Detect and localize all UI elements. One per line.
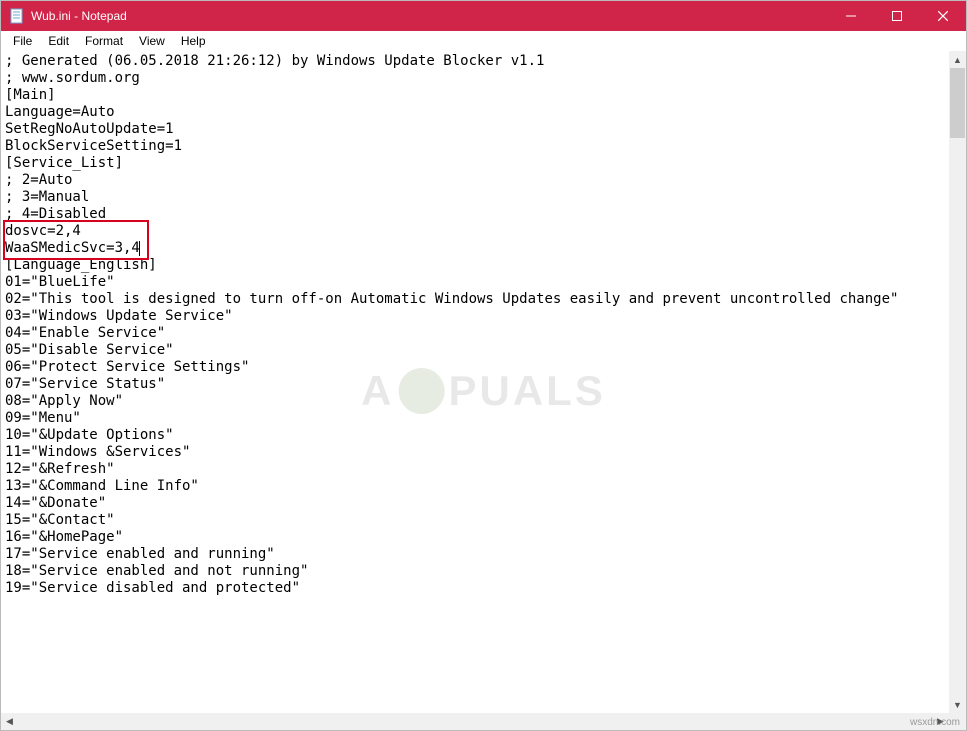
scroll-thumb-vertical[interactable] — [950, 68, 965, 138]
editor-line[interactable]: dosvc=2,4 — [5, 223, 962, 240]
editor-line[interactable]: ; 4=Disabled — [5, 206, 962, 223]
editor-line[interactable]: 13="&Command Line Info" — [5, 478, 962, 495]
horizontal-scrollbar[interactable]: ◀ ▶ — [1, 713, 949, 730]
editor-line[interactable]: [Main] — [5, 87, 962, 104]
editor-line[interactable]: 15="&Contact" — [5, 512, 962, 529]
editor-line[interactable]: 11="Windows &Services" — [5, 444, 962, 461]
editor-line[interactable]: 17="Service enabled and running" — [5, 546, 962, 563]
editor-line[interactable]: 10="&Update Options" — [5, 427, 962, 444]
editor-line[interactable]: ; 2=Auto — [5, 172, 962, 189]
menubar: File Edit Format View Help — [1, 31, 966, 51]
editor-line[interactable]: [Service_List] — [5, 155, 962, 172]
notepad-icon — [9, 8, 25, 24]
menu-format[interactable]: Format — [77, 32, 131, 50]
editor-line[interactable]: ; 3=Manual — [5, 189, 962, 206]
menu-help[interactable]: Help — [173, 32, 214, 50]
editor-line[interactable]: 02="This tool is designed to turn off-on… — [5, 291, 962, 308]
menu-file[interactable]: File — [5, 32, 40, 50]
editor-line[interactable]: 12="&Refresh" — [5, 461, 962, 478]
scroll-left-icon[interactable]: ◀ — [1, 713, 18, 730]
minimize-button[interactable] — [828, 1, 874, 31]
scroll-up-icon[interactable]: ▲ — [949, 51, 966, 68]
maximize-button[interactable] — [874, 1, 920, 31]
editor-line[interactable]: ; www.sordum.org — [5, 70, 962, 87]
editor-line[interactable]: 05="Disable Service" — [5, 342, 962, 359]
menu-view[interactable]: View — [131, 32, 173, 50]
titlebar: Wub.ini - Notepad — [1, 1, 966, 31]
editor-line[interactable]: ; Generated (06.05.2018 21:26:12) by Win… — [5, 53, 962, 70]
editor-line[interactable]: 16="&HomePage" — [5, 529, 962, 546]
scroll-down-icon[interactable]: ▼ — [949, 696, 966, 713]
editor-line[interactable]: 06="Protect Service Settings" — [5, 359, 962, 376]
text-caret — [139, 241, 140, 256]
editor-line[interactable]: 19="Service disabled and protected" — [5, 580, 962, 597]
vertical-scrollbar[interactable]: ▲ ▼ — [949, 51, 966, 713]
editor-line[interactable]: BlockServiceSetting=1 — [5, 138, 962, 155]
editor-line[interactable]: 07="Service Status" — [5, 376, 962, 393]
editor-line[interactable]: Language=Auto — [5, 104, 962, 121]
menu-edit[interactable]: Edit — [40, 32, 77, 50]
editor-line[interactable]: 04="Enable Service" — [5, 325, 962, 342]
editor-line[interactable]: 01="BlueLife" — [5, 274, 962, 291]
editor-line[interactable]: 03="Windows Update Service" — [5, 308, 962, 325]
editor-line[interactable]: [Language_English] — [5, 257, 962, 274]
text-editor[interactable]: ; Generated (06.05.2018 21:26:12) by Win… — [1, 51, 966, 713]
editor-line[interactable]: 08="Apply Now" — [5, 393, 962, 410]
editor-line[interactable]: 09="Menu" — [5, 410, 962, 427]
site-credit: wsxdn.com — [910, 717, 960, 728]
window-controls — [828, 1, 966, 31]
editor-line[interactable]: 14="&Donate" — [5, 495, 962, 512]
editor-line[interactable]: WaaSMedicSvc=3,4 — [5, 240, 962, 257]
editor-line[interactable]: 18="Service enabled and not running" — [5, 563, 962, 580]
window-title: Wub.ini - Notepad — [31, 9, 127, 23]
close-button[interactable] — [920, 1, 966, 31]
editor-line[interactable]: SetRegNoAutoUpdate=1 — [5, 121, 962, 138]
content-area: ; Generated (06.05.2018 21:26:12) by Win… — [1, 51, 966, 730]
